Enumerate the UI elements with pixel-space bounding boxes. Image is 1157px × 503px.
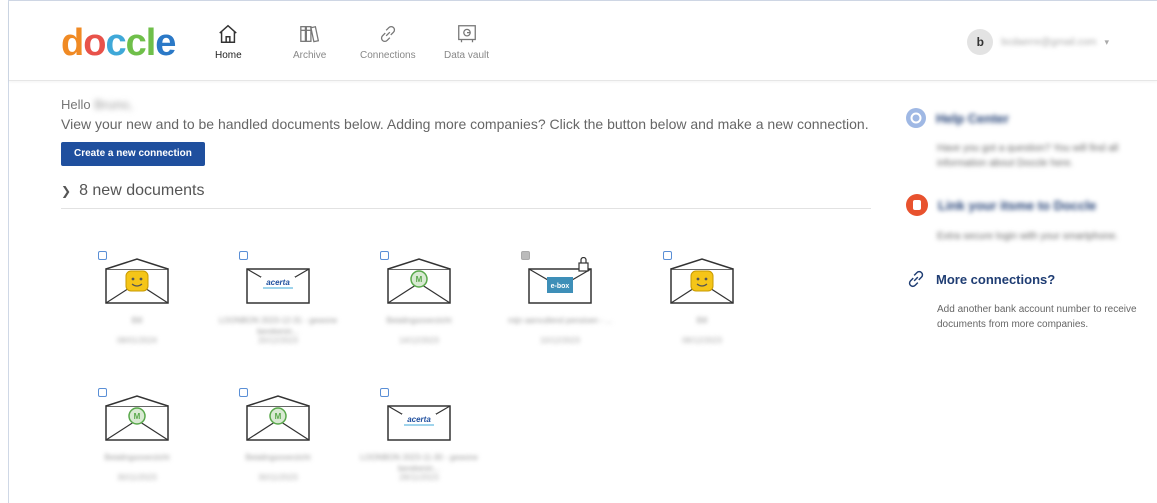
acerta-logo: acerta — [266, 278, 290, 287]
document-title[interactable]: mijn aanvullend pensioen - ... — [490, 315, 630, 326]
nav-home[interactable]: Home — [215, 23, 242, 69]
envelope-icon: acerta — [387, 405, 451, 441]
section-title: 8 new documents — [79, 182, 205, 199]
logo-letter: c — [105, 22, 126, 64]
logo-letter: o — [83, 22, 106, 64]
vault-icon — [457, 25, 476, 43]
logo-letter: cl — [125, 22, 157, 64]
link-icon — [380, 26, 395, 42]
main-content: Hello Bruno, View your new and to be han… — [61, 97, 871, 209]
document-title[interactable]: Betalingsoverzicht — [67, 452, 207, 463]
envelope-icon — [105, 258, 169, 304]
envelope-icon: M — [387, 258, 451, 304]
greeting: Hello Bruno, — [61, 97, 871, 112]
logo-letter: e — [155, 22, 176, 64]
envelope-icon — [670, 258, 734, 304]
document-thumbnail[interactable]: acerta — [384, 394, 454, 442]
document-thumbnail[interactable] — [667, 257, 737, 305]
nav-archive[interactable]: Archive — [293, 23, 326, 69]
document-title[interactable]: LOONBON 2023-12-31 - gewone berekenin... — [208, 315, 348, 337]
sidebar: Help Center Have you got a question? You… — [905, 107, 1145, 332]
archive-icon — [299, 26, 319, 43]
greeting-name: Bruno, — [94, 97, 133, 112]
nav-label: Connections — [360, 50, 416, 61]
svg-text:M: M — [416, 275, 423, 284]
more-connections-text: Add another bank account number to recei… — [937, 304, 1137, 330]
ebox-logo: e-box — [551, 283, 570, 290]
nav-connections[interactable]: Connections — [360, 23, 416, 69]
intro-text: View your new and to be handled document… — [61, 116, 869, 132]
document-title[interactable]: Betalingsoverzicht — [349, 315, 489, 326]
itsme-card[interactable]: Link your itsme to Doccle Extra secure l… — [905, 193, 1145, 244]
nav-data-vault[interactable]: Data vault — [444, 23, 489, 69]
nav-label: Data vault — [444, 50, 490, 61]
help-icon — [906, 108, 926, 128]
document-thumbnail[interactable]: M — [243, 394, 313, 442]
help-center-card[interactable]: Help Center Have you got a question? You… — [905, 107, 1145, 171]
svg-text:M: M — [275, 412, 282, 421]
document-date: 14/12/2023 — [398, 336, 440, 345]
document-thumbnail[interactable]: acerta — [243, 257, 313, 305]
link-icon — [908, 270, 924, 288]
avatar[interactable]: b — [967, 29, 994, 55]
chevron-down-icon[interactable]: ▾ — [1104, 37, 1109, 48]
envelope-icon: acerta — [246, 268, 310, 304]
help-center-title[interactable]: Help Center — [936, 111, 1009, 126]
user-email: bcdaerre@gmail.com — [1001, 36, 1097, 48]
itsme-text: Extra secure login with your smartphone. — [937, 231, 1119, 242]
nav-label: Home — [215, 50, 242, 61]
document-title[interactable]: Bill — [632, 315, 772, 326]
app-frame: doccle Home Archive Connections Data vau… — [8, 0, 1157, 503]
document-date: 30/11/2023 — [117, 473, 157, 482]
acerta-logo: acerta — [407, 415, 431, 424]
document-title[interactable]: LOONBON 2023-11-30 - gewone berekenin... — [349, 452, 489, 474]
new-documents-header[interactable]: ❯ 8 new documents — [61, 182, 871, 209]
document-date: 08/12/2023 — [681, 336, 723, 345]
document-title[interactable]: Betalingsoverzicht — [208, 452, 348, 463]
chevron-down-icon[interactable]: ❯ — [61, 184, 71, 198]
more-connections-card[interactable]: More connections? Add another bank accou… — [905, 268, 1145, 332]
itsme-title[interactable]: Link your itsme to Doccle — [938, 198, 1096, 213]
document-title[interactable]: Bill — [67, 315, 207, 326]
logo-letter: d — [61, 22, 84, 64]
envelope-icon: M — [246, 395, 310, 441]
doccle-logo[interactable]: doccle — [61, 22, 176, 64]
document-thumbnail[interactable]: M — [384, 257, 454, 305]
document-date: 10/12/2023 — [539, 336, 581, 345]
home-icon — [219, 24, 238, 43]
greeting-prefix: Hello — [61, 97, 91, 112]
svg-text:M: M — [134, 412, 141, 421]
nav-label: Archive — [293, 50, 327, 61]
user-menu[interactable]: b bcdaerre@gmail.com ▾ — [967, 29, 1109, 55]
envelope-icon: e-box — [528, 256, 592, 304]
more-connections-title[interactable]: More connections? — [936, 272, 1055, 287]
top-header: doccle Home Archive Connections Data vau… — [9, 1, 1157, 81]
document-date: 20/12/2023 — [257, 336, 299, 345]
document-thumbnail[interactable]: M — [102, 394, 172, 442]
document-thumbnail[interactable] — [102, 257, 172, 305]
document-date: 28/11/2023 — [399, 473, 439, 482]
itsme-icon — [906, 194, 928, 216]
document-thumbnail[interactable]: e-box — [525, 256, 595, 305]
document-date: 30/11/2023 — [258, 473, 298, 482]
create-connection-button[interactable]: Create a new connection — [61, 142, 205, 166]
envelope-icon: M — [105, 395, 169, 441]
document-date: 08/01/2024 — [116, 336, 158, 345]
help-center-text: Have you got a question? You will find a… — [937, 143, 1119, 169]
